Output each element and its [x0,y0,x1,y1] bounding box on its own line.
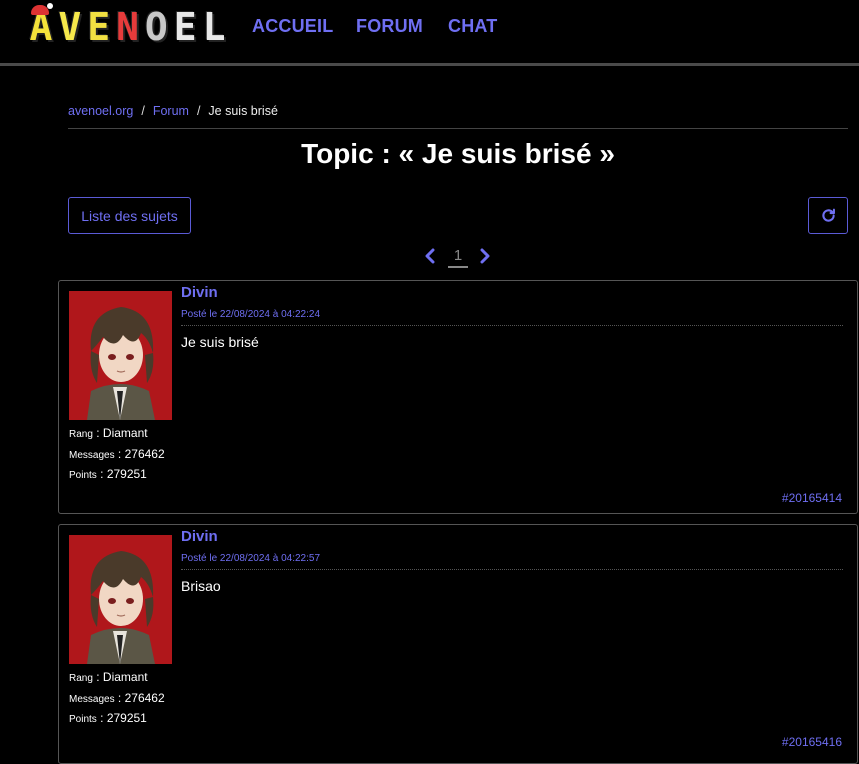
user-stats: Rang : Diamant Messages : 276462 Points … [69,426,165,481]
rank-value: Diamant [102,426,148,440]
rank-value: Diamant [102,670,148,684]
breadcrumb-separator: / [196,104,201,118]
avatar[interactable] [69,535,172,664]
breadcrumb-current: Je suis brisé [208,104,278,118]
messages-value: 276462 [124,690,165,705]
logo-letter: N [116,5,139,49]
pagination: 1 [421,244,497,270]
nav-forum[interactable]: FORUM [356,16,423,37]
current-page[interactable]: 1 [448,247,468,268]
logo-letter: O [144,5,168,49]
chevron-right-icon[interactable] [478,248,492,264]
avatar-image [69,535,172,664]
post-body: Brisao [181,578,221,594]
santa-hat-icon [31,3,53,15]
rank-label: Rang [69,673,93,684]
post-author[interactable]: Divin [181,284,218,301]
refresh-icon [821,208,835,222]
breadcrumb-separator: / [141,104,145,118]
site-logo[interactable]: A V E N O E L [27,3,228,49]
rank-label: Rang [69,429,93,440]
breadcrumb-forum[interactable]: Forum [153,104,189,118]
messages-value: 276462 [124,446,165,461]
logo-letter: E [87,5,111,49]
post-permalink[interactable]: #20165416 [782,735,842,749]
post-divider [181,569,843,570]
page-title: Topic : « Je suis brisé » [301,138,615,169]
avatar-image [69,291,172,420]
navbar: A V E N O E L ACCUEIL FORUM CHAT [0,0,859,66]
chevron-left-icon[interactable] [423,248,437,264]
breadcrumb-home[interactable]: avenoel.org [68,104,133,118]
logo-letter: E [173,5,197,49]
topics-list-button[interactable]: Liste des sujets [68,197,191,234]
post-card: Rang : Diamant Messages : 276462 Points … [58,280,858,514]
post-body: Je suis brisé [181,334,259,350]
breadcrumb: avenoel.org / Forum / Je suis brisé [68,104,278,118]
post-divider [181,325,843,326]
points-value: 279251 [106,467,147,481]
logo-letter: V [58,5,82,49]
refresh-button[interactable] [808,197,848,234]
points-label: Points [69,470,97,481]
post-date[interactable]: Posté le 22/08/2024 à 04:22:57 [181,553,320,564]
nav-accueil[interactable]: ACCUEIL [252,16,333,37]
messages-label: Messages [69,693,115,705]
points-label: Points [69,714,97,725]
divider [68,128,848,129]
points-value: 279251 [106,711,147,725]
user-stats: Rang : Diamant Messages : 276462 Points … [69,670,165,725]
post-author[interactable]: Divin [181,528,218,545]
avatar[interactable] [69,291,172,420]
messages-label: Messages [69,449,115,461]
post-date[interactable]: Posté le 22/08/2024 à 04:22:24 [181,309,320,320]
post-permalink[interactable]: #20165414 [782,491,842,505]
nav-chat[interactable]: CHAT [448,16,497,37]
post-card: Rang : Diamant Messages : 276462 Points … [58,524,858,764]
logo-letter: L [202,5,226,49]
